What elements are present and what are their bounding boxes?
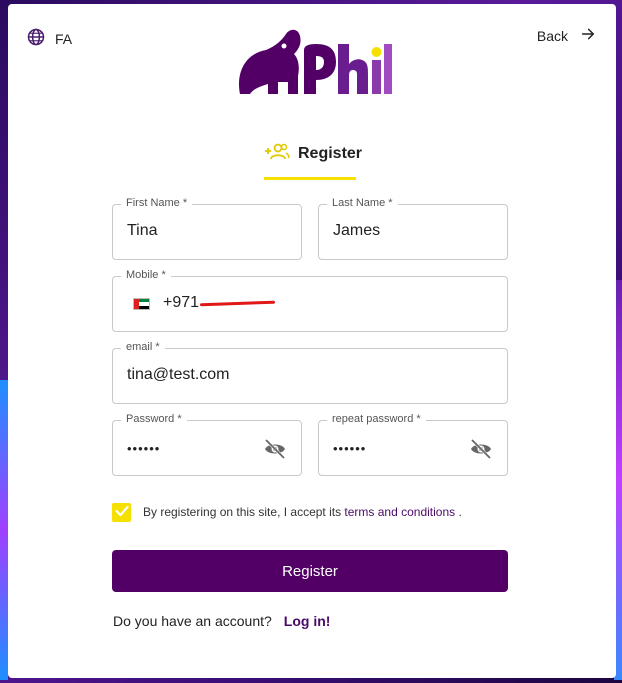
mobile-value: +971 (163, 294, 200, 311)
last-name-field[interactable]: Last Name * James (318, 197, 508, 260)
email-value: tina@test.com (127, 366, 230, 383)
tab-register[interactable]: Register (264, 142, 362, 180)
email-label: email * (121, 341, 165, 353)
first-name-field[interactable]: First Name * Tina (112, 197, 302, 260)
last-name-label: Last Name * (327, 197, 398, 209)
login-prompt: Do you have an account? Log in! (113, 613, 330, 629)
password-value: •••••• (127, 441, 161, 456)
redaction-mark (199, 300, 276, 307)
check-icon (114, 504, 129, 522)
terms-link[interactable]: terms and conditions (344, 505, 455, 519)
repeat-password-value: •••••• (333, 441, 367, 456)
first-name-label: First Name * (121, 197, 193, 209)
eye-off-icon[interactable] (469, 438, 493, 460)
tab-register-label: Register (298, 145, 363, 162)
mobile-field[interactable]: Mobile * +971 (112, 269, 508, 332)
account-question: Do you have an account? (113, 613, 272, 629)
add-users-icon (264, 142, 290, 167)
eye-off-icon[interactable] (263, 438, 287, 460)
mobile-label: Mobile * (121, 269, 171, 281)
register-card: FA Back Register First Name * Tina Last … (8, 4, 616, 678)
register-button[interactable]: Register (112, 550, 508, 592)
back-button[interactable]: Back (537, 26, 596, 45)
repeat-password-field[interactable]: repeat password * •••••• (318, 413, 508, 476)
email-field[interactable]: email * tina@test.com (112, 341, 508, 404)
uae-flag-icon[interactable] (133, 298, 150, 310)
phil-logo (232, 24, 392, 100)
first-name-value: Tina (127, 222, 158, 239)
arrow-right-icon (580, 26, 596, 45)
background-glow-left (0, 380, 8, 680)
login-link[interactable]: Log in! (284, 613, 331, 629)
back-label: Back (536, 27, 568, 44)
terms-checkbox[interactable] (112, 503, 131, 522)
terms-text: By registering on this site, I accept it… (143, 505, 462, 519)
globe-icon (27, 28, 45, 49)
language-label: FA (55, 30, 73, 47)
terms-prefix: By registering on this site, I accept it… (143, 505, 345, 519)
language-switcher[interactable]: FA (27, 28, 72, 49)
terms-suffix: . (455, 505, 462, 519)
password-field[interactable]: Password * •••••• (112, 413, 302, 476)
password-label: Password * (121, 413, 187, 425)
last-name-value: James (333, 222, 381, 239)
repeat-password-label: repeat password * (327, 413, 426, 425)
